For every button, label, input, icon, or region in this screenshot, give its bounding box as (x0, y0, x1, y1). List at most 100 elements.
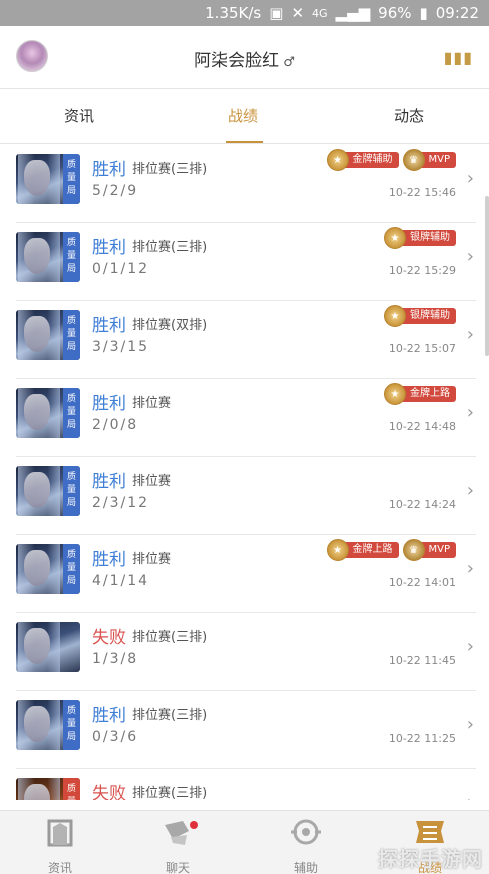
clock: 09:22 (435, 4, 479, 22)
match-result: 胜利 (92, 472, 126, 492)
battery-icon: ▮ (419, 4, 428, 22)
match-result: 胜利 (92, 316, 126, 336)
chevron-right-icon: › (466, 558, 474, 579)
medal-icon: ★ (326, 149, 349, 171)
chevron-right-icon: › (466, 246, 474, 267)
match-mode: 排位赛(双排) (132, 318, 208, 333)
match-kda: 2/3/12 (92, 495, 150, 511)
chevron-right-icon: › (466, 480, 474, 501)
match-kda: 4/1/14 (92, 573, 150, 589)
match-result: 胜利 (92, 550, 126, 570)
match-mode: 排位赛 (132, 474, 172, 489)
quality-tag: 质量局 (63, 232, 80, 282)
honor-badge: ★ 金牌辅助 (326, 149, 399, 171)
quality-tag: 质量局 (63, 700, 80, 750)
nav-chat[interactable]: 聊天 (138, 817, 218, 874)
assist-icon (291, 819, 321, 845)
status-bar: 1.35K/s ▣ ✕ 4G ▂▄▆ 96% ▮ 09:22 (0, 0, 489, 26)
watermark: 探探手游网 (378, 847, 483, 871)
gender-icon: ♂ (279, 55, 295, 70)
match-mode: 排位赛 (132, 552, 172, 567)
match-mode: 排位赛 (132, 396, 172, 411)
badge-group: ★ 金牌上路 (384, 383, 456, 405)
menu-icon[interactable]: ▮▮▮ (444, 48, 473, 67)
medal-icon: ★ (384, 305, 406, 327)
quality-tag: 质量局 (63, 388, 80, 438)
medal-icon: ★ (326, 539, 349, 561)
match-row[interactable]: 质量局 胜利 排位赛(三排) 0/3/6 10-22 11:25 › (16, 691, 476, 769)
medal-icon: ★ (384, 383, 406, 405)
trophy-icon: ♛ (402, 149, 425, 171)
mvp-badge: ♛ MVP (402, 149, 456, 171)
hero-thumbnail: 质量局 (16, 310, 80, 360)
honor-badge: ★ 金牌上路 (384, 383, 456, 405)
chevron-right-icon: › (466, 324, 474, 345)
hero-thumbnail: 质量局 (16, 778, 80, 800)
match-result: 失败 (92, 784, 126, 800)
hero-thumbnail: 质量局 (16, 622, 80, 672)
chevron-right-icon: › (466, 402, 474, 423)
match-row[interactable]: 质量局失败排位赛(三排) 1/3/8 10-22 11:45 › (16, 613, 476, 691)
match-result: 胜利 (92, 394, 126, 414)
tab-news[interactable]: 资讯 (64, 105, 94, 126)
badge-group: ★ 金牌上路 ♛ MVP (326, 539, 456, 561)
match-row[interactable]: 质量局 胜利 排位赛(三排) 0/1/12 10-22 15:29 ★ 银牌辅助 › (16, 223, 476, 301)
hero-thumbnail: 质量局 (16, 388, 80, 438)
match-row[interactable]: 质量局 胜利 排位赛(双排) 3/3/15 10-22 15:07 ★ 银牌辅助 › (16, 301, 476, 379)
honor-badge: ★ 金牌上路 (326, 539, 399, 561)
match-time: 10-22 11:25 (388, 732, 456, 745)
hero-thumbnail: 质量局 (16, 466, 80, 516)
match-result: 胜利 (92, 706, 126, 726)
nav-news[interactable]: 资讯 (20, 817, 100, 874)
tab-records[interactable]: 战绩 (228, 105, 258, 126)
medal-icon: ★ (384, 227, 406, 249)
quality-tag: 质量局 (63, 154, 80, 204)
match-kda: 3/3/15 (92, 339, 150, 355)
match-time: 10-22 15:46 (388, 186, 456, 199)
match-result: 失败 (92, 628, 126, 648)
hero-thumbnail: 质量局 (16, 232, 80, 282)
quality-tag: 质量局 (63, 310, 80, 360)
chevron-right-icon: › (466, 168, 474, 189)
badge-label: 金牌辅助 (342, 152, 399, 168)
quality-tag: 质量局 (63, 778, 80, 800)
signal-icon: ▂▄▆ (335, 4, 371, 22)
honor-badge: ★ 银牌辅助 (384, 227, 456, 249)
match-mode: 排位赛(三排) (132, 708, 208, 723)
active-tab-indicator (226, 141, 263, 143)
match-mode: 排位赛(三排) (132, 162, 208, 177)
page-title: 阿柒会脸红 ♂ (194, 51, 295, 71)
chevron-right-icon: › (466, 636, 474, 657)
match-kda: 5/2/9 (92, 183, 139, 199)
badge-label: 银牌辅助 (400, 230, 456, 246)
match-result: 胜利 (92, 238, 126, 258)
match-kda: 0/1/12 (92, 261, 150, 277)
match-mode: 排位赛(三排) (132, 786, 208, 800)
match-row[interactable]: 质量局 胜利 排位赛 2/3/12 10-22 14:24 › (16, 457, 476, 535)
badge-group: ★ 金牌辅助 ♛ MVP (326, 149, 456, 171)
battery-level: 96% (378, 4, 412, 22)
quality-tag: 质量局 (63, 466, 80, 516)
match-mode: 排位赛(三排) (132, 240, 208, 255)
badge-group: ★ 银牌辅助 (384, 305, 456, 327)
notification-dot (190, 821, 198, 829)
scrollbar[interactable] (485, 196, 489, 356)
quality-tag: 质量局 (63, 544, 80, 594)
mute-icon: ✕ (291, 4, 305, 22)
match-list[interactable]: 质量局 胜利 排位赛(三排) 5/2/9 10-22 15:46 ★ 金牌辅助 ♛ MVP › 质量… (0, 145, 489, 800)
match-row[interactable]: 质量局 胜利 排位赛(三排) 5/2/9 10-22 15:46 ★ 金牌辅助 ♛ MVP › (16, 145, 476, 223)
badge-label: 金牌上路 (342, 542, 399, 558)
badge-label: 金牌上路 (400, 386, 456, 402)
hero-thumbnail: 质量局 (16, 154, 80, 204)
news-icon (47, 819, 73, 847)
honor-badge: ★ 银牌辅助 (384, 305, 456, 327)
hero-thumbnail: 质量局 (16, 700, 80, 750)
tab-updates[interactable]: 动态 (394, 105, 424, 126)
match-row[interactable]: 质量局 胜利 排位赛 4/1/14 10-22 14:01 ★ 金牌上路 ♛ MVP › (16, 535, 476, 613)
nav-assist[interactable]: 辅助 (266, 817, 346, 874)
match-time: 10-22 14:24 (388, 498, 456, 511)
match-row[interactable]: 质量局失败排位赛(三排) › (16, 769, 476, 800)
match-row[interactable]: 质量局 胜利 排位赛 2/0/8 10-22 14:48 ★ 金牌上路 › (16, 379, 476, 457)
app-header: 阿柒会脸红 ♂ ▮▮▮ (0, 26, 489, 88)
match-time: 10-22 15:07 (388, 342, 456, 355)
